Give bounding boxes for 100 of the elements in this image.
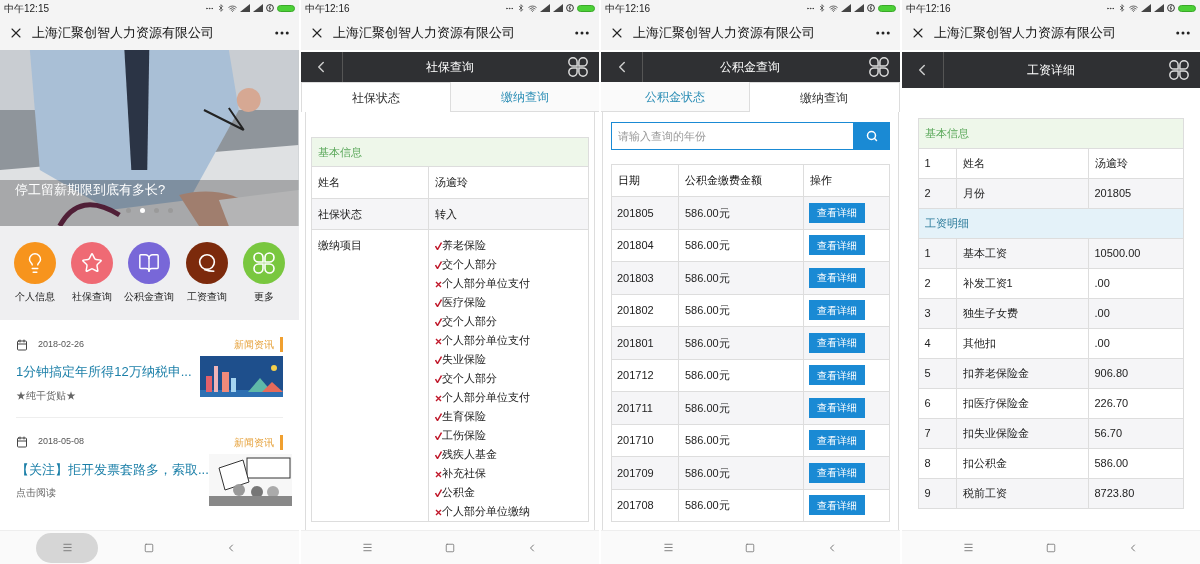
- shortcut-button[interactable]: [128, 242, 171, 284]
- item-label: 交个人部分: [441, 371, 497, 387]
- wifi-icon: [828, 3, 838, 13]
- item-label: 生育保险: [441, 409, 486, 425]
- section-header: 基本信息: [311, 138, 588, 166]
- item-label: 医疗保险: [441, 295, 486, 311]
- news-summary: 点击阅读: [16, 486, 57, 500]
- battery-icon: [1178, 4, 1196, 12]
- item-label: 个人部分单位缴纳: [441, 504, 530, 520]
- calendar-icon: [16, 338, 28, 351]
- signal-icon: [239, 4, 250, 12]
- item-label: 个人部分单位支付: [441, 276, 530, 292]
- table-cell-text: .00: [1093, 336, 1111, 352]
- table-cell: 姓名: [311, 167, 429, 198]
- window-title: 上海汇聚创智人力资源有限公司: [32, 24, 215, 43]
- table-cell-text: 10500.00: [1093, 246, 1142, 262]
- table-cell-text: 8723.80: [1093, 486, 1136, 502]
- home-icon[interactable]: [444, 542, 455, 553]
- menu-icon: [662, 542, 674, 553]
- item-label: 残疾人基金: [441, 447, 497, 463]
- shortcut-label: 更多: [253, 290, 274, 304]
- tab[interactable]: 社保状态: [300, 82, 451, 112]
- wifi-icon: [1129, 3, 1138, 13]
- view-details-button[interactable]: 查看详细: [809, 332, 865, 353]
- clover-icon[interactable]: [567, 56, 589, 78]
- battery-icon: [276, 4, 295, 12]
- item-label: 公积金: [441, 485, 475, 501]
- search-field[interactable]: 请输入查询的年份: [611, 122, 854, 150]
- calendar-icon: [16, 436, 28, 448]
- table-cell: 586.00元: [679, 392, 804, 424]
- clover-icon[interactable]: [1168, 59, 1190, 81]
- home-icon[interactable]: [745, 542, 756, 553]
- news-title[interactable]: 1分钟搞定年所得12万纳税申...: [16, 362, 192, 382]
- shortcut-label: 公积金查询: [124, 290, 175, 304]
- table-cell-text: .00: [1093, 306, 1111, 322]
- view-details-button[interactable]: 查看详细: [809, 430, 865, 451]
- view-details-button[interactable]: 查看详细: [809, 495, 865, 516]
- table-cell: 201801: [612, 327, 679, 359]
- table-cell: 201709: [612, 457, 679, 489]
- shortcut-label: 工资查询: [186, 290, 227, 304]
- shortcut-button[interactable]: [185, 242, 228, 284]
- view-details-button[interactable]: 查看详细: [809, 202, 865, 223]
- home-icon[interactable]: [144, 542, 155, 553]
- item-label: 失业保险: [441, 352, 486, 368]
- table-cell-text: .00: [1093, 276, 1111, 292]
- table-cell: 税前工资: [956, 479, 1089, 508]
- table-cell: 586.00元: [679, 197, 804, 229]
- signal-icon: [840, 4, 851, 12]
- news-summary: ★纯干货贴★: [16, 388, 77, 403]
- item-label: 养老保险: [441, 238, 486, 254]
- view-details-button[interactable]: 查看详细: [809, 267, 865, 288]
- view-details-button[interactable]: 查看详细: [809, 235, 865, 256]
- star-icon: [80, 252, 103, 274]
- table-cell: 201803: [612, 262, 679, 294]
- home-icon[interactable]: [1045, 542, 1056, 553]
- search-icon: [865, 130, 878, 142]
- menu-button[interactable]: [36, 532, 99, 563]
- column-header: 操作: [809, 173, 833, 189]
- table-cell: 缴纳项目: [311, 230, 429, 521]
- table-cell: 9: [918, 479, 957, 508]
- view-details-button[interactable]: 查看详细: [809, 462, 865, 483]
- table-cell-text: 586.00: [1093, 456, 1130, 472]
- bluetooth-icon: [216, 4, 225, 12]
- bluetooth-icon: [1118, 4, 1126, 12]
- menu-icon: [963, 542, 975, 553]
- view-details-button[interactable]: 查看详细: [809, 397, 865, 418]
- clover-icon[interactable]: [867, 56, 890, 78]
- banner-caption: 停工留薪期限到底有多长?: [15, 181, 166, 199]
- item-label: 个人部分单位支付: [441, 333, 530, 349]
- tab[interactable]: 缴纳查询: [749, 82, 900, 112]
- view-details-button[interactable]: 查看详细: [809, 300, 865, 321]
- table-cell: 586.00元: [679, 489, 804, 521]
- table-cell: 586.00元: [679, 327, 804, 359]
- battery-icon: [877, 4, 896, 12]
- table-cell: 201708: [612, 489, 679, 521]
- tab[interactable]: 公积金状态: [601, 82, 750, 112]
- bluetooth-icon: [517, 4, 525, 12]
- page-title: 公积金查询: [719, 59, 782, 76]
- page-title: 工资详细: [1025, 62, 1076, 79]
- view-details-button[interactable]: 查看详细: [809, 365, 865, 386]
- wifi-icon: [227, 3, 237, 13]
- table-cell: 201805: [612, 197, 679, 229]
- table-cell: 201711: [612, 392, 679, 424]
- window-title: 上海汇聚创智人力资源有限公司: [933, 24, 1117, 43]
- search-button[interactable]: [853, 122, 890, 150]
- bluetooth-icon: [817, 4, 826, 12]
- tab[interactable]: 缴纳查询: [450, 82, 599, 112]
- table-cell-text: 汤逾玲: [433, 175, 469, 190]
- shortcut-label: 个人信息: [14, 290, 55, 304]
- table-cell-text: 56.70: [1093, 426, 1124, 442]
- section-header: 工资明细: [918, 208, 1183, 238]
- table-cell: 586.00元: [679, 262, 804, 294]
- table-cell-text: 201805: [1093, 186, 1133, 202]
- page-title: 社保查询: [424, 59, 475, 76]
- section-header: 基本信息: [918, 118, 1183, 148]
- book-icon: [138, 252, 161, 274]
- news-title[interactable]: 【关注】拒开发票套路多，索取...: [16, 459, 209, 479]
- status-time: 中午12:16: [605, 1, 651, 16]
- signal-icon: [252, 4, 263, 12]
- status-time: 中午12:16: [304, 1, 350, 16]
